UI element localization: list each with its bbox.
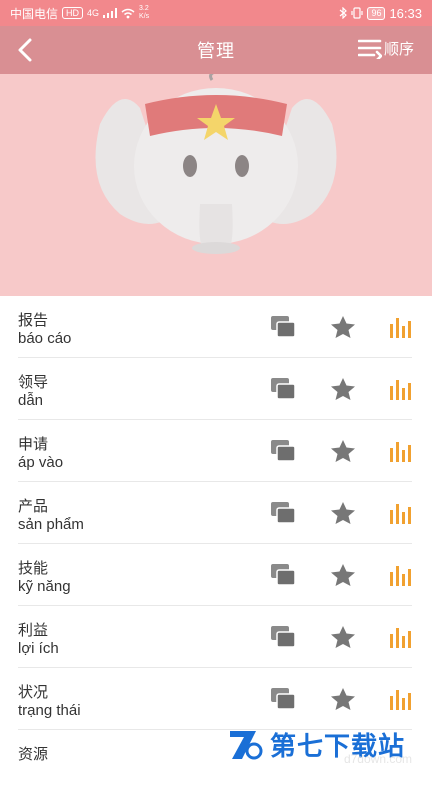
signal-icon — [103, 8, 118, 18]
word-chinese: 状况 — [18, 684, 49, 701]
star-icon[interactable] — [330, 563, 356, 587]
star-icon[interactable] — [330, 377, 356, 401]
vibrate-icon — [351, 7, 364, 19]
audio-bars-icon[interactable] — [389, 625, 415, 649]
copy-icon[interactable] — [270, 563, 296, 587]
wifi-icon — [121, 8, 135, 18]
star-icon[interactable] — [330, 687, 356, 711]
sort-lines-icon — [357, 39, 382, 59]
page-title: 管理 — [197, 41, 235, 61]
word-chinese: 申请 — [18, 436, 49, 453]
star-icon[interactable] — [330, 315, 356, 339]
hero-banner — [0, 74, 432, 296]
audio-bars-icon[interactable] — [389, 377, 415, 401]
audio-bars-icon[interactable] — [389, 687, 415, 711]
audio-bars-icon[interactable] — [389, 315, 415, 339]
word-list: 报告 báo cáo 领导 dẫn 申请 áp vào 产品 sản phẩm … — [0, 296, 432, 768]
speed-unit: K/s — [139, 13, 150, 20]
word-vietnamese: kỹ năng — [18, 578, 71, 595]
back-button[interactable] — [14, 36, 44, 64]
network-label: 4G — [87, 8, 100, 18]
word-chinese: 技能 — [18, 560, 49, 577]
list-item[interactable]: 领导 dẫn — [18, 358, 412, 420]
hd-badge: HD — [62, 7, 84, 19]
app-header: 管理 顺序 — [0, 26, 432, 74]
copy-icon[interactable] — [270, 439, 296, 463]
star-icon[interactable] — [330, 439, 356, 463]
sort-button[interactable]: 顺序 — [357, 38, 414, 59]
copy-icon[interactable] — [270, 315, 296, 339]
word-chinese: 报告 — [18, 312, 49, 329]
status-bar: 中国电信 HD 4G 3.2 K/s 96 16:33 — [0, 0, 432, 26]
sort-label: 顺序 — [383, 41, 414, 58]
clock: 16:33 — [389, 5, 422, 21]
watermark-logo-icon — [230, 731, 263, 760]
copy-icon[interactable] — [270, 625, 296, 649]
list-item[interactable]: 申请 áp vào — [18, 420, 412, 482]
audio-bars-icon[interactable] — [389, 501, 415, 525]
elephant-mascot-image — [0, 74, 432, 296]
site-watermark: 第七下载站 d7down.com — [226, 720, 432, 768]
carrier-label: 中国电信 — [10, 6, 59, 21]
word-vietnamese: trạng thái — [18, 702, 81, 719]
word-vietnamese: sản phẩm — [18, 516, 84, 533]
speed-value: 3.2 — [139, 5, 149, 12]
star-icon[interactable] — [330, 501, 356, 525]
word-chinese: 领导 — [18, 374, 49, 391]
word-vietnamese: dẫn — [18, 392, 44, 409]
word-chinese: 利益 — [18, 622, 49, 639]
list-item[interactable]: 利益 lợi ích — [18, 606, 412, 668]
word-vietnamese: lợi ích — [18, 640, 59, 657]
list-item[interactable]: 技能 kỹ năng — [18, 544, 412, 606]
copy-icon[interactable] — [270, 377, 296, 401]
battery-icon: 96 — [367, 6, 386, 20]
audio-bars-icon[interactable] — [389, 439, 415, 463]
bluetooth-icon — [340, 7, 348, 19]
back-arrow-icon — [18, 38, 32, 62]
copy-icon[interactable] — [270, 501, 296, 525]
word-vietnamese: áp vào — [18, 454, 64, 471]
speed-indicator: 3.2 K/s — [139, 5, 149, 21]
watermark-domain: d7down.com — [343, 752, 412, 766]
word-chinese: 资源 — [18, 746, 49, 763]
copy-icon[interactable] — [270, 687, 296, 711]
list-item[interactable]: 报告 báo cáo — [18, 296, 412, 358]
word-chinese: 产品 — [18, 498, 49, 515]
audio-bars-icon[interactable] — [389, 563, 415, 587]
star-icon[interactable] — [330, 625, 356, 649]
list-item[interactable]: 产品 sản phẩm — [18, 482, 412, 544]
word-vietnamese: báo cáo — [18, 330, 72, 347]
